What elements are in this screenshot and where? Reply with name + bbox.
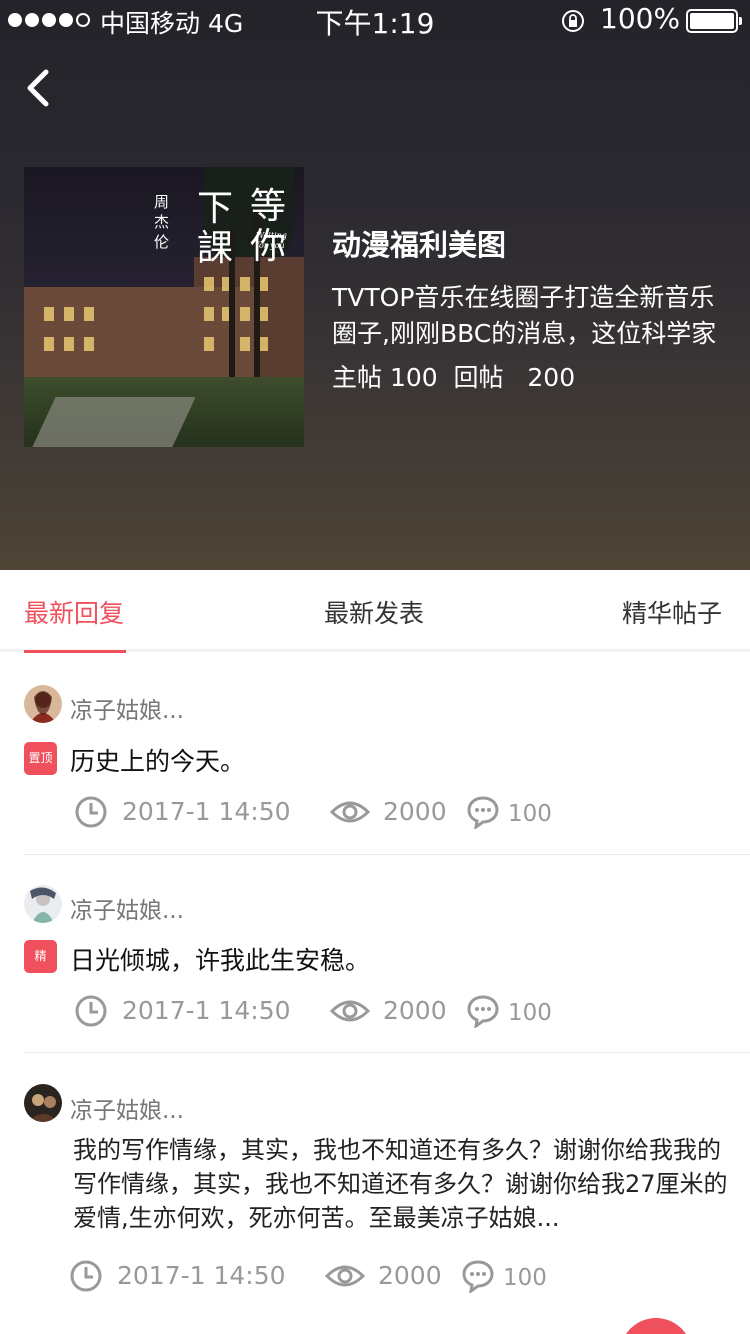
pinned-badge: 置顶 xyxy=(24,742,57,775)
post-meta: 2017-1 14:50 2000 100 xyxy=(0,795,750,835)
tab-latest-reply[interactable]: 最新回复 xyxy=(24,594,124,630)
group-cover-image: 周杰伦 下課 Waiting for you 等你 xyxy=(24,167,304,447)
eye-icon xyxy=(330,801,370,823)
tab-featured-posts[interactable]: 精华帖子 xyxy=(622,594,722,630)
avatar[interactable] xyxy=(24,885,62,923)
tab-bar: 最新回复 最新发表 精华帖子 xyxy=(0,570,750,653)
status-bar: 中国移动 4G 下午1:19 100% xyxy=(0,0,750,40)
clock-icon xyxy=(70,1260,102,1292)
lock-rotation-icon xyxy=(562,10,584,32)
view-count: 2000 xyxy=(383,996,447,1025)
back-icon[interactable] xyxy=(18,66,62,110)
cover-title-left: 下課 xyxy=(197,188,234,269)
battery-percent: 100% xyxy=(600,2,681,35)
author-name[interactable]: 凉子姑娘... xyxy=(70,891,184,925)
comment-count: 100 xyxy=(508,1000,552,1026)
post-meta: 2017-1 14:50 2000 100 xyxy=(0,1259,750,1299)
author-name[interactable]: 凉子姑娘... xyxy=(70,1091,184,1125)
tab-active-indicator xyxy=(24,650,126,653)
post-title[interactable]: 日光倾城，许我此生安稳。 xyxy=(70,941,370,977)
clock-icon xyxy=(75,995,107,1027)
view-count: 2000 xyxy=(378,1261,442,1290)
eye-icon xyxy=(330,1000,370,1022)
post-time: 2017-1 14:50 xyxy=(117,1261,286,1290)
featured-badge: 精 xyxy=(24,940,57,973)
cover-path-shape xyxy=(32,397,196,447)
group-title: 动漫福利美图 xyxy=(332,228,507,262)
post-meta: 2017-1 14:50 2000 100 xyxy=(0,994,750,1034)
comment-icon xyxy=(467,796,499,829)
eye-icon xyxy=(325,1265,365,1287)
comment-icon xyxy=(467,995,499,1028)
post-title[interactable]: 历史上的今天。 xyxy=(70,742,245,778)
group-stats: 主帖 100 回帖 200 xyxy=(332,363,576,392)
post-item[interactable]: 凉子姑娘... 置顶 历史上的今天。 2017-1 14:50 2000 100 xyxy=(0,655,750,855)
tab-latest-post[interactable]: 最新发表 xyxy=(324,594,424,630)
post-time: 2017-1 14:50 xyxy=(122,996,291,1025)
avatar[interactable] xyxy=(24,685,62,723)
view-count: 2000 xyxy=(383,797,447,826)
cover-title-right: 等你 xyxy=(250,186,287,267)
post-item[interactable]: 凉子姑娘... 我的写作情缘，其实，我也不知道还有多久？谢谢你给我我的写作情缘，… xyxy=(0,1053,750,1334)
group-header: 中国移动 4G 下午1:19 100% 周杰伦 下課 Waiting for y… xyxy=(0,0,750,570)
comment-icon xyxy=(462,1260,494,1293)
group-description: TVTOP音乐在线圈子打造全新音乐圈子,刚刚BBC的消息，这位科学家 xyxy=(332,283,717,348)
cover-artist: 周杰伦 xyxy=(154,193,170,251)
post-body[interactable]: 我的写作情缘，其实，我也不知道还有多久？谢谢你给我我的写作情缘，其实，我也不知道… xyxy=(73,1133,733,1235)
author-name[interactable]: 凉子姑娘... xyxy=(70,691,184,725)
comment-count: 100 xyxy=(508,801,552,827)
post-time: 2017-1 14:50 xyxy=(122,797,291,826)
avatar[interactable] xyxy=(24,1084,62,1122)
battery-icon xyxy=(686,9,742,33)
clock-icon xyxy=(75,796,107,828)
comment-count: 100 xyxy=(503,1265,547,1291)
post-item[interactable]: 凉子姑娘... 精 日光倾城，许我此生安稳。 2017-1 14:50 2000… xyxy=(0,855,750,1053)
